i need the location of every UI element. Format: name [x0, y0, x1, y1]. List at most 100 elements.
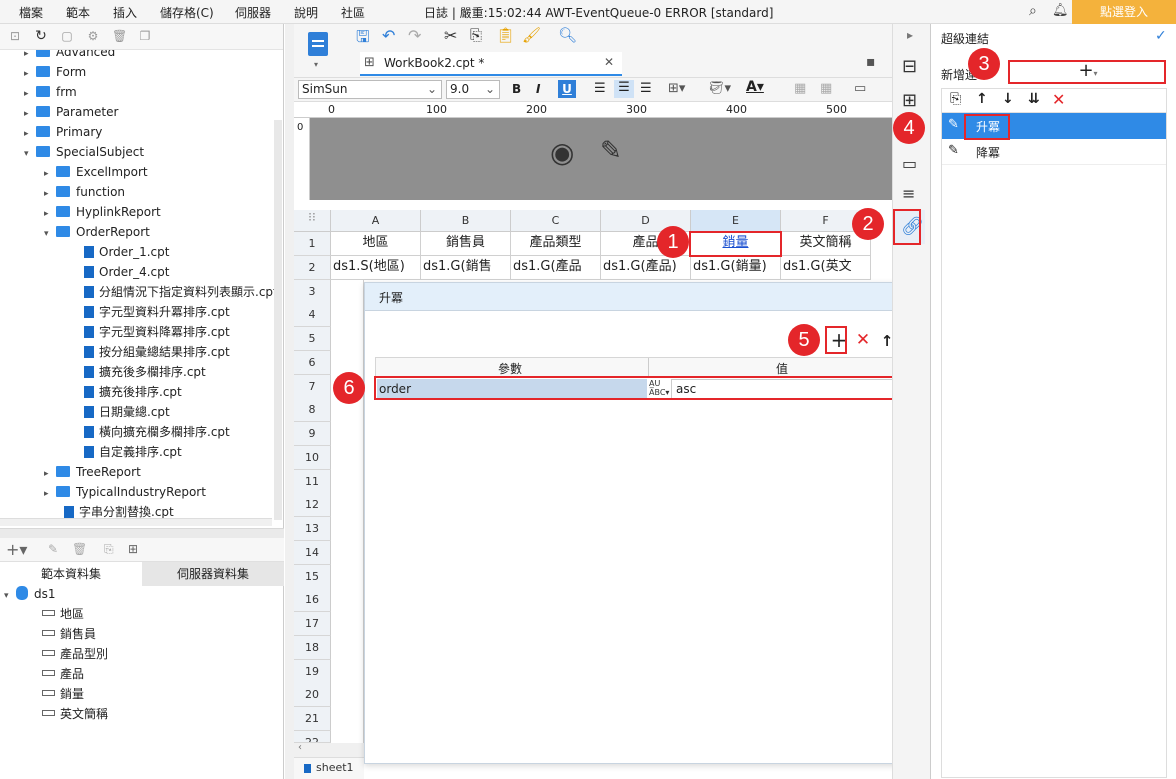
font-color-icon[interactable]: A▾ — [746, 79, 764, 95]
row-header[interactable]: 5 — [294, 327, 331, 351]
hide-icon[interactable]: ◉ — [550, 136, 574, 169]
widget-icon[interactable]: ▭ — [902, 154, 917, 173]
file-icon[interactable]: ▢ — [60, 29, 74, 43]
select-all-corner[interactable]: ⁝⁝ — [294, 210, 331, 232]
tree-item[interactable]: ▸ frm — [24, 82, 77, 102]
close-icon[interactable]: ✕ — [604, 55, 614, 69]
tree-item[interactable]: ▸ Advanced — [24, 50, 115, 62]
cell-element-icon[interactable]: ⊟ — [902, 56, 917, 77]
copy-icon[interactable]: ⎘ — [470, 26, 482, 44]
settings-icon[interactable]: ⚙ — [86, 29, 100, 43]
tree-item[interactable]: ▾ OrderReport — [44, 222, 150, 242]
horizontal-scrollbar[interactable] — [0, 518, 272, 526]
login-button[interactable]: 點選登入 — [1072, 0, 1176, 24]
delete-icon[interactable]: 🗑︎ — [112, 29, 127, 43]
refresh-icon[interactable]: ↻ — [34, 29, 48, 43]
row-header[interactable]: 12 — [294, 493, 331, 517]
cell-c2[interactable]: ds1.G(產品 — [511, 256, 601, 280]
row-header[interactable]: 3 — [294, 280, 331, 304]
row-header[interactable]: 18 — [294, 636, 331, 660]
edit-icon[interactable]: ✎ — [600, 136, 622, 166]
preview-icon[interactable]: ⎘ — [104, 542, 114, 557]
tree-item[interactable]: 自定義排序.cpt — [84, 442, 182, 462]
row-header[interactable]: 10 — [294, 446, 331, 470]
more-icon[interactable]: ▭ — [854, 81, 866, 96]
paste-icon[interactable]: 📋︎ — [496, 26, 515, 44]
tab-workbook[interactable]: ⊞ WorkBook2.cpt * ✕ — [360, 52, 622, 76]
row-header[interactable]: 7 — [294, 375, 331, 399]
align-center-icon[interactable]: ☰ — [614, 80, 634, 98]
delete-icon[interactable]: 🗑︎ — [72, 542, 87, 556]
menu-file[interactable]: 檔案 — [19, 4, 43, 21]
fill-color-icon[interactable]: 🪣︎▾ — [708, 81, 731, 96]
row-header[interactable]: 14 — [294, 541, 331, 565]
font-size-select[interactable]: 9.0 ⌄ — [446, 80, 500, 99]
dataset-field[interactable]: 銷量 — [42, 684, 84, 704]
tree-item[interactable]: 擴充後排序.cpt — [84, 382, 182, 402]
border-icon[interactable]: ⊞▾ — [668, 81, 685, 96]
tab-server-dataset[interactable]: 伺服器資料集 — [142, 562, 284, 586]
format-painter-icon[interactable]: 🖌︎ — [522, 26, 541, 44]
cell-a1[interactable]: 地區 — [331, 232, 421, 256]
menu-help[interactable]: 說明 — [294, 4, 318, 21]
row-header[interactable]: 17 — [294, 612, 331, 636]
tree-item[interactable]: ▾ SpecialSubject — [24, 142, 144, 162]
bold-icon[interactable]: B — [512, 82, 521, 96]
collapse-icon[interactable]: ▸ — [907, 28, 913, 42]
tree-item[interactable]: Order_4.cpt — [84, 262, 169, 282]
column-header[interactable]: B — [421, 210, 511, 232]
tree-item[interactable]: ▸ Primary — [24, 122, 102, 142]
cell-b1[interactable]: 銷售員 — [421, 232, 511, 256]
tree-item[interactable]: 日期彙總.cpt — [84, 402, 170, 422]
column-header[interactable]: E — [691, 210, 781, 232]
cell-c1[interactable]: 產品類型 — [511, 232, 601, 256]
cell-a2[interactable]: ds1.S(地區) — [331, 256, 421, 280]
sheet-tab[interactable]: sheet1 — [304, 761, 354, 774]
add-dataset-icon[interactable]: +▾ — [6, 540, 27, 559]
redo-icon[interactable]: ↷ — [408, 26, 421, 45]
font-family-select[interactable]: SimSun ⌄ — [298, 80, 442, 99]
undo-icon[interactable]: ↶ — [382, 26, 395, 45]
dataset-field[interactable]: 產品 — [42, 664, 84, 684]
menu-template[interactable]: 範本 — [66, 4, 90, 21]
tree-item[interactable]: 按分組彙總結果排序.cpt — [84, 342, 230, 362]
edit-icon[interactable]: ✎ — [48, 542, 58, 556]
menu-insert[interactable]: 插入 — [113, 4, 137, 21]
tree-item[interactable]: 字元型資料降冪排序.cpt — [84, 322, 230, 342]
copy-icon[interactable]: ⎘ — [950, 91, 961, 107]
tree-item[interactable]: ▸ ExcelImport — [44, 162, 148, 182]
dataset-param-icon[interactable]: ⊞ — [128, 542, 138, 556]
dataset-field[interactable]: 銷售員 — [42, 624, 96, 644]
tree-item[interactable]: 擴充後多欄排序.cpt — [84, 362, 206, 382]
delete-icon[interactable]: ✕ — [1052, 90, 1065, 109]
cell-e2[interactable]: ds1.G(銷量) — [691, 256, 781, 280]
cut-icon[interactable]: ✂ — [444, 26, 457, 45]
move-down-icon[interactable]: ↓ — [1002, 91, 1014, 107]
menu-cell[interactable]: 儲存格(C) — [160, 4, 214, 21]
row-header[interactable]: 8 — [294, 398, 331, 422]
dataset-field[interactable]: 英文簡稱 — [42, 704, 108, 724]
move-bottom-icon[interactable]: ⇊ — [1028, 91, 1040, 107]
row-header[interactable]: 6 — [294, 351, 331, 375]
condition-icon[interactable]: ≡ — [902, 184, 915, 203]
tree-item[interactable]: ▸ HyplinkReport — [44, 202, 161, 222]
menu-server[interactable]: 伺服器 — [235, 4, 271, 21]
delete-param-button[interactable]: ✕ — [853, 331, 873, 349]
dataset-field[interactable]: 產品型別 — [42, 644, 108, 664]
dataset-item[interactable]: ▾ ds1 — [4, 584, 56, 604]
dataset-field[interactable]: 地區 — [42, 604, 84, 624]
tab-template-dataset[interactable]: 範本資料集 — [0, 562, 142, 586]
menu-community[interactable]: 社區 — [341, 4, 365, 21]
search-icon[interactable]: ⌕ — [1029, 3, 1037, 19]
row-header[interactable]: 16 — [294, 588, 331, 612]
merge-icon[interactable]: ▦ — [794, 81, 806, 96]
move-up-icon[interactable]: ↑ — [976, 91, 988, 107]
tree-item[interactable]: ▸ Parameter — [24, 102, 118, 122]
row-header[interactable]: 15 — [294, 565, 331, 589]
log-status[interactable]: 日誌 | 嚴重:15:02:44 AWT-EventQueue-0 ERROR … — [424, 4, 773, 21]
cell-f2[interactable]: ds1.G(英文 — [781, 256, 871, 280]
italic-icon[interactable]: I — [536, 82, 540, 96]
align-right-icon[interactable]: ☰ — [640, 81, 652, 96]
save-icon[interactable]: 🖫︎ — [356, 26, 370, 53]
row-header[interactable]: 11 — [294, 470, 331, 494]
